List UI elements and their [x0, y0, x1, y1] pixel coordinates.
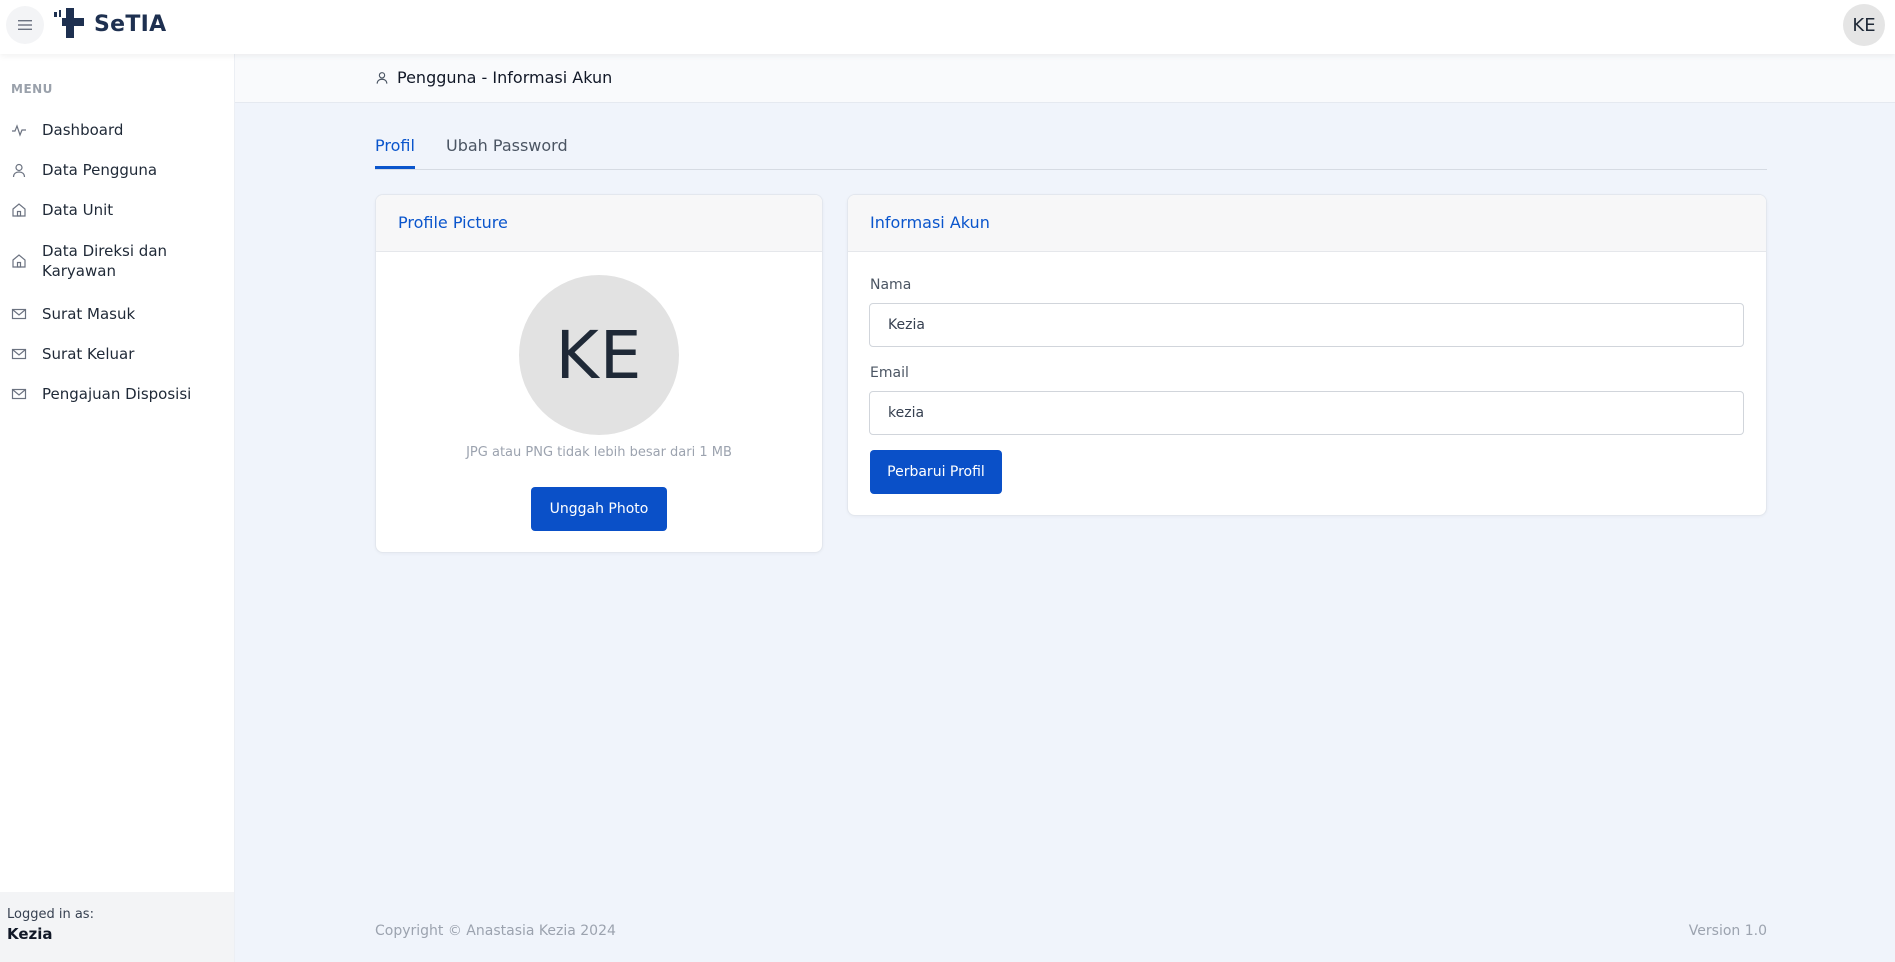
- sidebar-item-label: Data Unit: [42, 201, 114, 219]
- page-title: Pengguna - Informasi Akun: [375, 68, 612, 87]
- account-info-card: Informasi Akun Nama Email Perbarui Profi…: [847, 194, 1767, 516]
- user-icon: [12, 163, 26, 178]
- sidebar-item-data-unit[interactable]: Data Unit: [0, 200, 234, 220]
- sidebar-item-data-direksi[interactable]: Data Direksi dan Karyawan: [0, 241, 200, 281]
- name-label: Nama: [870, 277, 912, 293]
- sidebar-item-data-pengguna[interactable]: Data Pengguna: [0, 160, 234, 180]
- mail-icon: [11, 348, 27, 360]
- update-profile-button[interactable]: Perbarui Profil: [870, 450, 1002, 494]
- page-title-text: Pengguna - Informasi Akun: [397, 68, 613, 87]
- mail-icon: [11, 388, 27, 400]
- logged-in-panel: Logged in as: Kezia: [0, 892, 234, 962]
- tab-profil[interactable]: Profil: [375, 136, 415, 169]
- home-icon: [12, 254, 26, 268]
- sidebar-item-label: Dashboard: [42, 121, 124, 139]
- card-title: Informasi Akun: [870, 213, 990, 232]
- sidebar-item-surat-masuk[interactable]: Surat Masuk: [0, 304, 234, 324]
- name-field[interactable]: [869, 303, 1744, 347]
- profile-avatar: KE: [519, 275, 679, 435]
- brand-logo[interactable]: SeTIA: [52, 6, 166, 42]
- user-avatar[interactable]: KE: [1843, 4, 1885, 46]
- sidebar-item-label: Surat Masuk: [42, 305, 136, 323]
- menu-toggle-button[interactable]: [6, 6, 44, 44]
- sidebar-item-label: Data Pengguna: [42, 161, 158, 179]
- footer-copyright: Copyright © Anastasia Kezia 2024: [375, 923, 616, 939]
- user-icon: [376, 72, 388, 84]
- logged-in-label: Logged in as:: [7, 907, 94, 922]
- sidebar-item-label: Pengajuan Disposisi: [42, 385, 192, 403]
- tab-bar: Profil Ubah Password: [375, 130, 1767, 170]
- card-title: Profile Picture: [398, 213, 508, 232]
- activity-icon: [12, 124, 26, 137]
- upload-photo-button[interactable]: Unggah Photo: [531, 487, 667, 531]
- page-header: Pengguna - Informasi Akun: [235, 54, 1895, 103]
- sidebar-item-surat-keluar[interactable]: Surat Keluar: [0, 344, 234, 364]
- sidebar-item-label: Surat Keluar: [42, 345, 135, 363]
- hamburger-icon: [18, 20, 32, 30]
- tab-ubah-password[interactable]: Ubah Password: [446, 136, 568, 166]
- card-header: Informasi Akun: [848, 195, 1766, 252]
- brand-name: SeTIA: [94, 11, 167, 37]
- email-field[interactable]: [869, 391, 1744, 435]
- logged-in-user: Kezia: [7, 925, 53, 943]
- upload-hint: JPG atau PNG tidak lebih besar dari 1 MB: [466, 445, 732, 460]
- menu-heading: MENU: [11, 82, 53, 96]
- card-header: Profile Picture: [376, 195, 822, 252]
- home-icon: [12, 203, 26, 217]
- footer-version: Version 1.0: [1688, 923, 1767, 939]
- sidebar-item-label: Data Direksi dan Karyawan: [42, 242, 168, 280]
- email-label: Email: [870, 365, 909, 381]
- profile-picture-card: Profile Picture KE JPG atau PNG tidak le…: [375, 194, 823, 553]
- setia-logo-icon: [52, 8, 84, 38]
- sidebar-item-dashboard[interactable]: Dashboard: [0, 120, 234, 140]
- top-bar: SeTIA KE: [0, 0, 1895, 54]
- sidebar-item-pengajuan-disposisi[interactable]: Pengajuan Disposisi: [0, 384, 234, 404]
- mail-icon: [11, 308, 27, 320]
- sidebar: MENU Dashboard Data Pengguna Data Unit D…: [0, 54, 235, 962]
